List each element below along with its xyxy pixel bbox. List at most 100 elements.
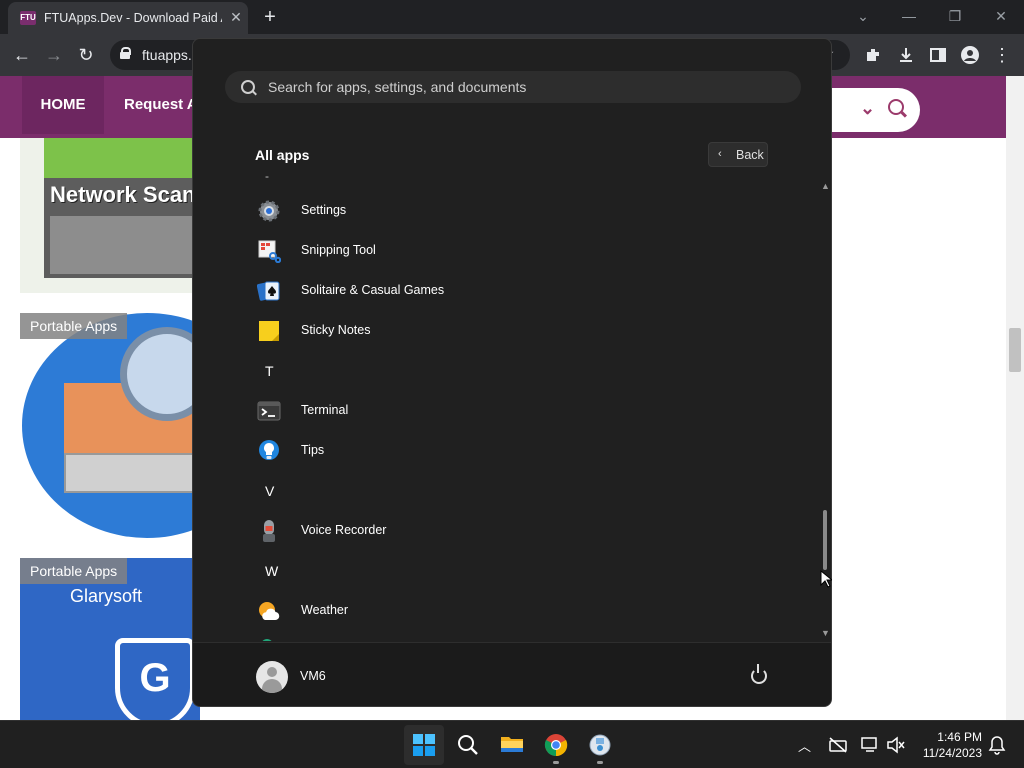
nav-request-link[interactable]: Request A <box>124 76 198 134</box>
menu-dots-icon[interactable]: ⋮ <box>990 43 1014 67</box>
site-search-box[interactable]: ⌄ <box>830 88 920 132</box>
search-icon <box>241 80 255 94</box>
new-tab-button[interactable]: + <box>258 5 282 29</box>
ftu-favicon-icon: FTU <box>20 11 36 25</box>
letter-label: T <box>265 363 274 379</box>
restore-icon[interactable]: ❐ <box>943 6 967 26</box>
app-item-sticky-notes[interactable]: Sticky Notes <box>253 311 793 351</box>
nav-home-link[interactable]: HOME <box>22 76 104 134</box>
browser-tab[interactable]: FTU FTUApps.Dev - Download Paid Ap ✕ <box>8 2 248 34</box>
app-label: Weather <box>301 603 349 617</box>
category-badge[interactable]: Portable Apps <box>20 558 128 584</box>
chrome-button[interactable] <box>536 725 576 765</box>
chrome-icon <box>544 734 568 757</box>
lock-icon <box>120 47 131 59</box>
recorder-icon <box>589 734 611 756</box>
scroll-down-icon[interactable]: ▼ <box>821 628 830 638</box>
forward-arrow-icon[interactable]: → <box>42 43 66 67</box>
profile-icon[interactable] <box>960 45 980 65</box>
mouse-cursor-icon <box>820 570 832 588</box>
search-icon <box>458 735 478 755</box>
letter-header-t[interactable]: T <box>253 351 793 391</box>
page-scrollbar-thumb[interactable] <box>1009 328 1021 372</box>
system-clock[interactable]: 1:46 PM 11/24/2023 <box>912 729 982 761</box>
extensions-icon[interactable] <box>864 46 882 64</box>
app-item-weather[interactable]: Weather <box>253 591 793 631</box>
chevron-down-icon[interactable]: ⌄ <box>860 98 875 119</box>
app-label: Solitaire & Casual Games <box>301 283 445 297</box>
app-item-snipping-tool[interactable]: Snipping Tool <box>253 231 793 271</box>
app-icon-partial <box>261 639 273 641</box>
app-item-tips[interactable]: Tips <box>253 431 793 471</box>
app-card[interactable]: Network Scan <box>20 138 200 293</box>
chevron-down-icon[interactable]: ⌄ <box>851 6 875 26</box>
letter-header-partial: - <box>265 171 269 183</box>
brand-text: Glarysoft <box>70 586 143 606</box>
recorder-app-button[interactable] <box>580 725 620 765</box>
file-explorer-icon <box>501 737 523 752</box>
back-label: Back <box>736 148 764 162</box>
category-badge[interactable]: Portable Apps <box>20 313 128 339</box>
clock-date: 11/24/2023 <box>922 746 982 760</box>
user-name[interactable]: VM6 <box>300 669 326 683</box>
sticky-notes-icon <box>259 321 279 341</box>
scroll-up-icon[interactable]: ▲ <box>821 181 830 191</box>
tab-close-icon[interactable]: ✕ <box>228 9 244 25</box>
volume-muted-icon[interactable] <box>886 736 906 754</box>
running-indicator <box>597 761 603 764</box>
app-item-voice-recorder[interactable]: Voice Recorder <box>253 511 793 551</box>
page-scrollbar[interactable] <box>1006 76 1024 720</box>
user-avatar[interactable] <box>256 661 288 693</box>
chevron-up-icon[interactable]: ︿ <box>798 736 811 755</box>
notification-bell-icon[interactable] <box>988 735 1006 755</box>
start-menu: Search for apps, settings, and documents… <box>192 38 832 707</box>
product-image-text: Network Scan <box>50 182 196 207</box>
letter-header-w[interactable]: W <box>253 551 793 591</box>
solitaire-icon <box>257 281 280 301</box>
app-label: Terminal <box>301 403 349 417</box>
letter-label: V <box>265 483 275 499</box>
taskbar: ︿ 1:46 PM 11/24/2023 <box>0 720 1024 768</box>
tab-title: FTUApps.Dev - Download Paid Ap <box>44 11 222 25</box>
tips-icon <box>259 440 279 460</box>
scrollbar-thumb[interactable] <box>823 510 827 570</box>
app-list[interactable]: - Settings Snipping Tool Solitaire & Cas… <box>193 171 813 641</box>
reload-icon[interactable]: ↻ <box>74 43 98 67</box>
terminal-icon <box>257 401 281 421</box>
back-arrow-icon[interactable]: ← <box>10 43 34 67</box>
letter-label: W <box>265 563 279 579</box>
app-item-settings[interactable]: Settings <box>253 191 793 231</box>
start-footer: VM6 <box>193 642 831 706</box>
windows-start-icon <box>413 734 435 756</box>
network-disconnected-icon[interactable] <box>828 736 848 754</box>
letter-header-v[interactable]: V <box>253 471 793 511</box>
search-icon[interactable] <box>888 99 904 115</box>
app-label: Settings <box>301 203 347 217</box>
back-button[interactable]: ‹ Back <box>708 142 768 167</box>
display-icon[interactable] <box>860 736 880 754</box>
app-item-terminal[interactable]: Terminal <box>253 391 793 431</box>
taskbar-search-button[interactable] <box>448 725 488 765</box>
app-label: Sticky Notes <box>301 323 371 337</box>
app-label: Voice Recorder <box>301 523 387 537</box>
settings-icon <box>258 200 280 222</box>
running-indicator <box>553 761 559 764</box>
power-icon[interactable] <box>751 664 767 684</box>
download-icon[interactable] <box>897 46 915 64</box>
app-card[interactable] <box>20 313 200 538</box>
chevron-left-icon: ‹ <box>718 148 722 160</box>
close-icon[interactable]: ✕ <box>989 6 1013 26</box>
start-search-input[interactable]: Search for apps, settings, and documents <box>225 71 801 103</box>
search-placeholder: Search for apps, settings, and documents <box>268 79 527 95</box>
url-text: ftuapps. <box>142 47 192 63</box>
snipping-tool-icon <box>258 240 281 263</box>
minimize-icon[interactable]: — <box>897 6 921 26</box>
app-label: Snipping Tool <box>301 243 376 257</box>
app-label: Tips <box>301 443 325 457</box>
file-explorer-button[interactable] <box>492 725 532 765</box>
start-button[interactable] <box>404 725 444 765</box>
all-apps-heading: All apps <box>255 147 310 163</box>
app-item-solitaire[interactable]: Solitaire & Casual Games <box>253 271 793 311</box>
voice-recorder-icon <box>263 520 275 542</box>
side-panel-icon[interactable] <box>929 46 947 64</box>
